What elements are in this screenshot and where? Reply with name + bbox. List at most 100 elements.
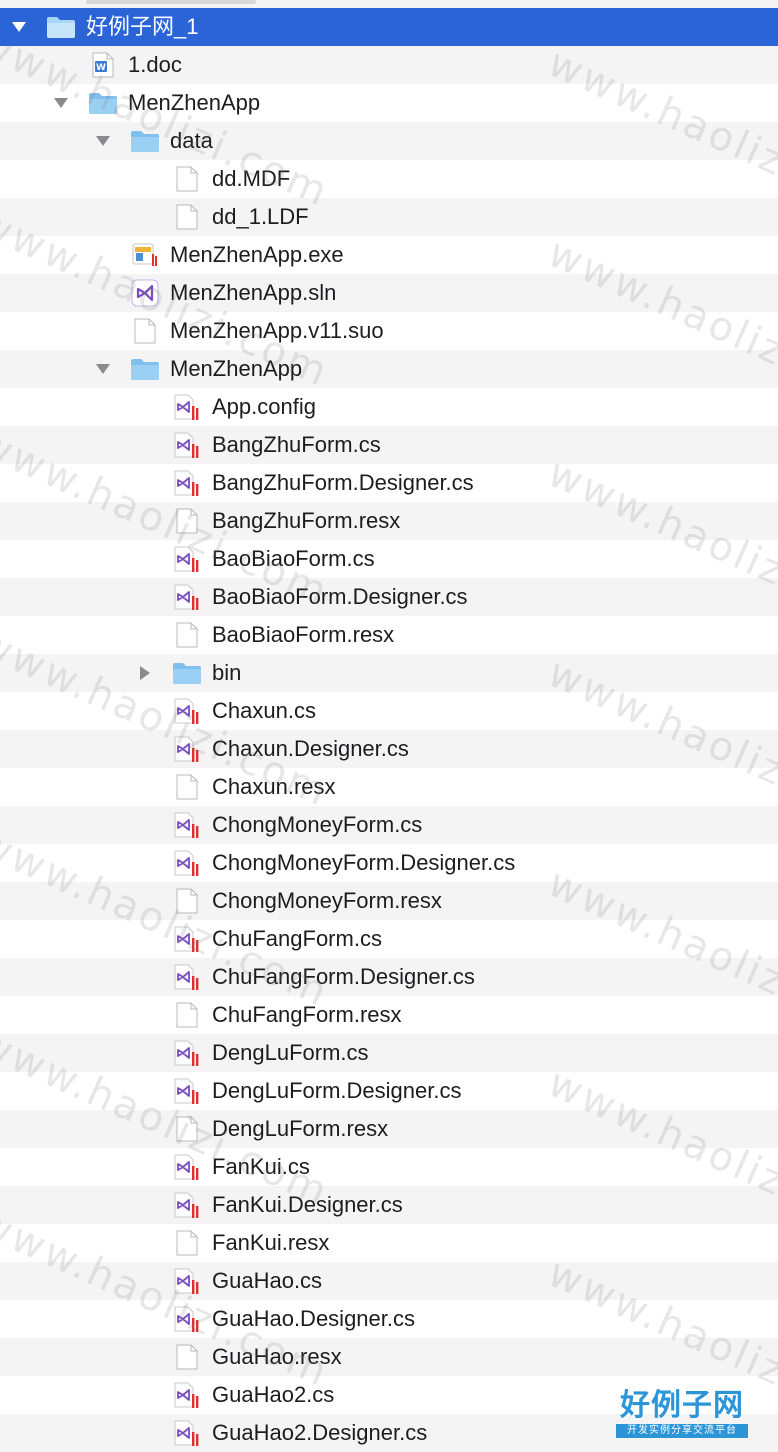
visual-studio-file-icon	[172, 1382, 202, 1408]
tree-row-fankui-cs[interactable]: FanKui.cs	[0, 1148, 778, 1186]
tree-row-dd-1-ldf[interactable]: dd_1.LDF	[0, 198, 778, 236]
tree-item-label: data	[170, 128, 213, 153]
tree-row-guahao2-cs[interactable]: GuaHao2.cs	[0, 1376, 778, 1414]
visual-studio-file-icon	[172, 736, 202, 762]
tree-row-bin[interactable]: bin	[0, 654, 778, 692]
disclosure-expanded-icon[interactable]	[10, 8, 28, 46]
visual-studio-file-icon	[172, 546, 202, 572]
tree-row-dengluform-resx[interactable]: DengLuForm.resx	[0, 1110, 778, 1148]
tree-row-menzhenapp[interactable]: MenZhenApp	[0, 84, 778, 122]
tree-item-label: BaoBiaoForm.Designer.cs	[212, 584, 468, 609]
blank-file-icon	[172, 204, 202, 230]
tree-row-baobiaoform-designer-cs[interactable]: BaoBiaoForm.Designer.cs	[0, 578, 778, 616]
file-tree: 好例子网_1 W 1.doc MenZhenApp data dd.MDF dd_1.LDF…	[0, 8, 778, 1452]
previous-row-fragment	[0, 0, 778, 8]
tree-item-label: App.config	[212, 394, 316, 419]
tree-item-label: FanKui.cs	[212, 1154, 310, 1179]
blank-file-icon	[172, 508, 202, 534]
tree-row-bangzhuform-designer-cs[interactable]: BangZhuForm.Designer.cs	[0, 464, 778, 502]
tree-row-chufangform-designer-cs[interactable]: ChuFangForm.Designer.cs	[0, 958, 778, 996]
tree-row-guahao-cs[interactable]: GuaHao.cs	[0, 1262, 778, 1300]
tree-row-bangzhuform-resx[interactable]: BangZhuForm.resx	[0, 502, 778, 540]
tree-row-chongmoneyform-designer-cs[interactable]: ChongMoneyForm.Designer.cs	[0, 844, 778, 882]
tree-item-label: GuaHao2.Designer.cs	[212, 1420, 428, 1445]
disclosure-expanded-icon[interactable]	[94, 350, 112, 388]
tree-item-label: DengLuForm.Designer.cs	[212, 1078, 462, 1103]
svg-text:W: W	[96, 63, 106, 73]
tree-row-guahao-resx[interactable]: GuaHao.resx	[0, 1338, 778, 1376]
visual-studio-file-icon	[172, 1040, 202, 1066]
disclosure-expanded-icon[interactable]	[52, 84, 70, 122]
tree-item-label: ChuFangForm.resx	[212, 1002, 402, 1027]
tree-row-chongmoneyform-resx[interactable]: ChongMoneyForm.resx	[0, 882, 778, 920]
tree-item-label: FanKui.Designer.cs	[212, 1192, 403, 1217]
folder-icon	[88, 90, 118, 116]
tree-row-fankui-resx[interactable]: FanKui.resx	[0, 1224, 778, 1262]
visual-studio-file-icon	[172, 1306, 202, 1332]
disclosure-expanded-icon[interactable]	[94, 122, 112, 160]
visual-studio-file-icon	[172, 964, 202, 990]
tree-item-label: MenZhenApp	[170, 356, 303, 381]
tree-item-label: DengLuForm.resx	[212, 1116, 389, 1141]
tree-item-label: 1.doc	[128, 52, 182, 77]
tree-row-chaxun-designer-cs[interactable]: Chaxun.Designer.cs	[0, 730, 778, 768]
visual-studio-file-icon	[172, 1078, 202, 1104]
tree-row-menzhenapp[interactable]: MenZhenApp	[0, 350, 778, 388]
tree-row-dengluform-designer-cs[interactable]: DengLuForm.Designer.cs	[0, 1072, 778, 1110]
tree-row-guahao2-designer-cs[interactable]: GuaHao2.Designer.cs	[0, 1414, 778, 1452]
tree-item-label: GuaHao.resx	[212, 1344, 342, 1369]
tree-row-chufangform-resx[interactable]: ChuFangForm.resx	[0, 996, 778, 1034]
tree-row-app-config[interactable]: App.config	[0, 388, 778, 426]
tree-row-chaxun-cs[interactable]: Chaxun.cs	[0, 692, 778, 730]
blank-file-icon	[172, 1344, 202, 1370]
tree-row-menzhenapp-v11-suo[interactable]: MenZhenApp.v11.suo	[0, 312, 778, 350]
tree-item-label: GuaHao2.cs	[212, 1382, 335, 1407]
visual-studio-file-icon	[172, 1420, 202, 1446]
tree-item-label: Chaxun.resx	[212, 774, 336, 799]
tree-item-label: dd.MDF	[212, 166, 291, 191]
blank-file-icon	[172, 1230, 202, 1256]
visual-studio-file-icon	[172, 1154, 202, 1180]
word-document-icon: W	[88, 52, 118, 78]
tree-row-chongmoneyform-cs[interactable]: ChongMoneyForm.cs	[0, 806, 778, 844]
tree-row-bangzhuform-cs[interactable]: BangZhuForm.cs	[0, 426, 778, 464]
visual-studio-file-icon	[172, 432, 202, 458]
tree-row-1[interactable]: 好例子网_1	[0, 8, 778, 46]
tree-row-dd-mdf[interactable]: dd.MDF	[0, 160, 778, 198]
tree-row-fankui-designer-cs[interactable]: FanKui.Designer.cs	[0, 1186, 778, 1224]
tree-item-label: ChongMoneyForm.resx	[212, 888, 442, 913]
blank-file-icon	[172, 166, 202, 192]
tree-row-menzhenapp-sln[interactable]: MenZhenApp.sln	[0, 274, 778, 312]
tree-row-menzhenapp-exe[interactable]: MenZhenApp.exe	[0, 236, 778, 274]
tree-row-baobiaoform-resx[interactable]: BaoBiaoForm.resx	[0, 616, 778, 654]
tree-item-label: BangZhuForm.cs	[212, 432, 381, 457]
cut-off-label	[86, 0, 256, 4]
tree-item-label: MenZhenApp.exe	[170, 242, 344, 267]
tree-item-label: ChuFangForm.Designer.cs	[212, 964, 475, 989]
tree-item-label: BangZhuForm.Designer.cs	[212, 470, 474, 495]
tree-row-dengluform-cs[interactable]: DengLuForm.cs	[0, 1034, 778, 1072]
visual-studio-solution-icon	[130, 279, 160, 307]
visual-studio-file-icon	[172, 850, 202, 876]
tree-row-chufangform-cs[interactable]: ChuFangForm.cs	[0, 920, 778, 958]
folder-icon	[130, 128, 160, 154]
tree-item-label: MenZhenApp	[128, 90, 261, 115]
disclosure-collapsed-icon[interactable]	[136, 654, 154, 692]
tree-item-label: BaoBiaoForm.resx	[212, 622, 395, 647]
tree-item-label: DengLuForm.cs	[212, 1040, 369, 1065]
tree-item-label: ChongMoneyForm.cs	[212, 812, 423, 837]
tree-row-guahao-designer-cs[interactable]: GuaHao.Designer.cs	[0, 1300, 778, 1338]
tree-item-label: ChongMoneyForm.Designer.cs	[212, 850, 516, 875]
blank-file-icon	[172, 1002, 202, 1028]
visual-studio-file-icon	[172, 1192, 202, 1218]
visual-studio-file-icon	[172, 470, 202, 496]
tree-item-label: FanKui.resx	[212, 1230, 330, 1255]
tree-row-1-doc[interactable]: W 1.doc	[0, 46, 778, 84]
tree-item-label: BangZhuForm.resx	[212, 508, 401, 533]
tree-row-baobiaoform-cs[interactable]: BaoBiaoForm.cs	[0, 540, 778, 578]
tree-row-chaxun-resx[interactable]: Chaxun.resx	[0, 768, 778, 806]
blank-file-icon	[130, 318, 160, 344]
tree-row-data[interactable]: data	[0, 122, 778, 160]
visual-studio-file-icon	[172, 812, 202, 838]
tree-item-label: Chaxun.cs	[212, 698, 316, 723]
